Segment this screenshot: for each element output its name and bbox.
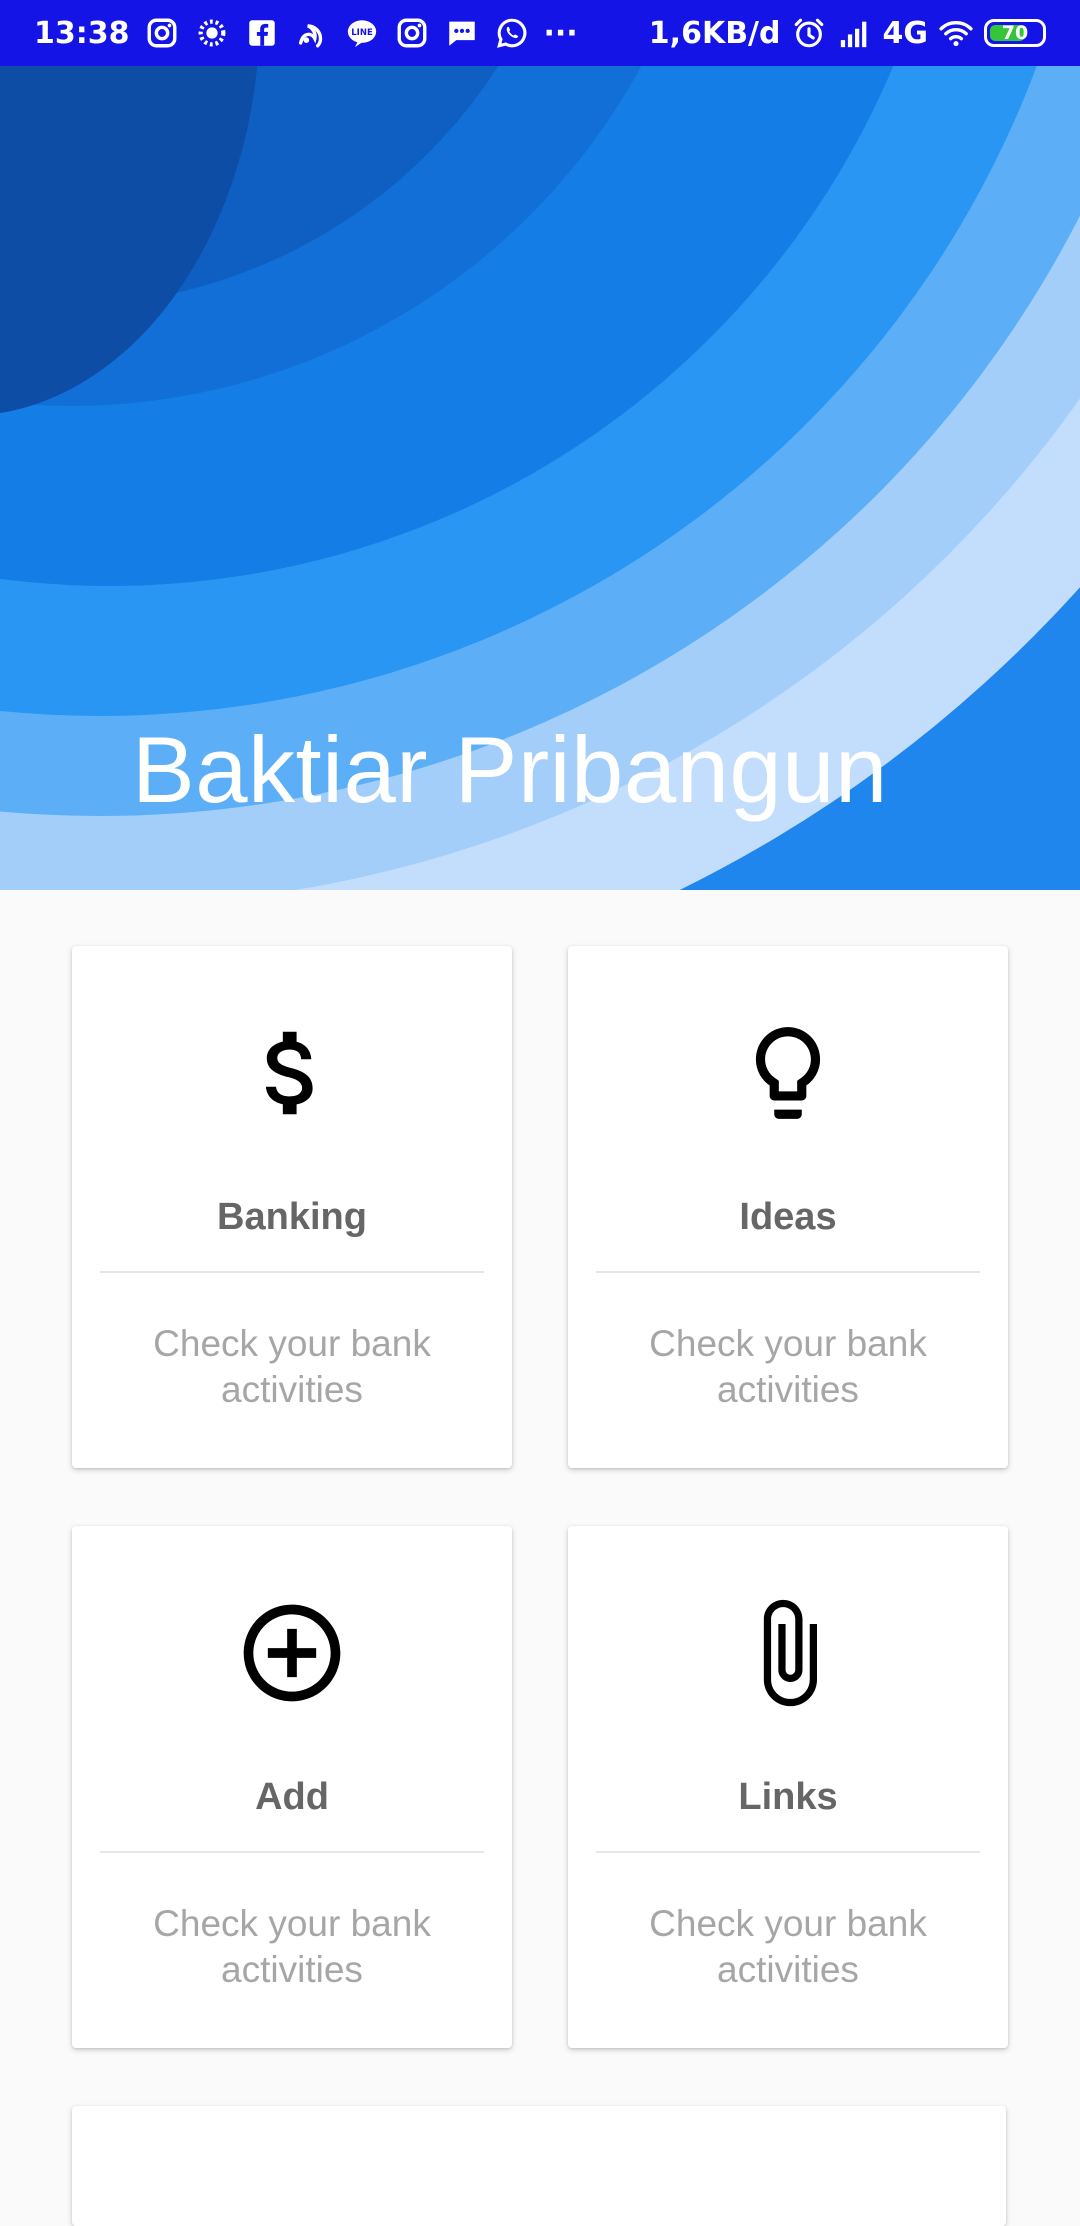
card-title: Ideas xyxy=(739,1196,837,1238)
card-banking[interactable]: Banking Check your bank activities xyxy=(72,946,512,1468)
battery-icon: 70 xyxy=(984,19,1046,47)
card-partial[interactable] xyxy=(72,2106,1006,2226)
uc-browser-icon xyxy=(294,15,330,51)
card-ideas[interactable]: Ideas Check your bank activities xyxy=(568,946,1008,1468)
wifi-icon xyxy=(938,15,974,51)
dollar-icon xyxy=(72,1018,512,1128)
page-title: Baktiar Pribangun xyxy=(132,717,888,822)
whatsapp-icon xyxy=(494,15,530,51)
profile-header: Baktiar Pribangun xyxy=(0,66,1080,890)
status-bar: 13:38 LINE ··· 1,6KB/d 4G 70 xyxy=(0,0,1080,66)
facebook-icon xyxy=(244,15,280,51)
network-type: 4G xyxy=(882,15,929,51)
instagram-icon xyxy=(394,15,430,51)
lightbulb-icon xyxy=(568,1018,1008,1128)
network-speed: 1,6KB/d xyxy=(648,15,781,51)
card-description: Check your bank activities xyxy=(649,1323,927,1410)
card-description: Check your bank activities xyxy=(649,1903,927,1990)
card-title: Links xyxy=(738,1776,838,1818)
add-circle-icon xyxy=(72,1598,512,1708)
line-icon: LINE xyxy=(344,15,380,51)
paperclip-icon xyxy=(568,1598,1008,1708)
instagram-icon xyxy=(144,15,180,51)
svg-text:LINE: LINE xyxy=(351,28,373,38)
signal-icon xyxy=(837,15,873,51)
battery-level: 70 xyxy=(1001,22,1029,44)
spinner-icon xyxy=(194,15,230,51)
card-divider xyxy=(596,1271,980,1273)
alarm-icon xyxy=(791,15,827,51)
card-divider xyxy=(100,1851,484,1853)
status-time: 13:38 xyxy=(34,15,130,51)
card-divider xyxy=(596,1851,980,1853)
card-title: Add xyxy=(255,1776,329,1818)
card-title: Banking xyxy=(217,1196,367,1238)
more-icon: ··· xyxy=(543,15,578,51)
card-links[interactable]: Links Check your bank activities xyxy=(568,1526,1008,2048)
card-divider xyxy=(100,1271,484,1273)
card-add[interactable]: Add Check your bank activities xyxy=(72,1526,512,2048)
message-icon xyxy=(444,15,480,51)
card-description: Check your bank activities xyxy=(153,1903,431,1990)
card-description: Check your bank activities xyxy=(153,1323,431,1410)
